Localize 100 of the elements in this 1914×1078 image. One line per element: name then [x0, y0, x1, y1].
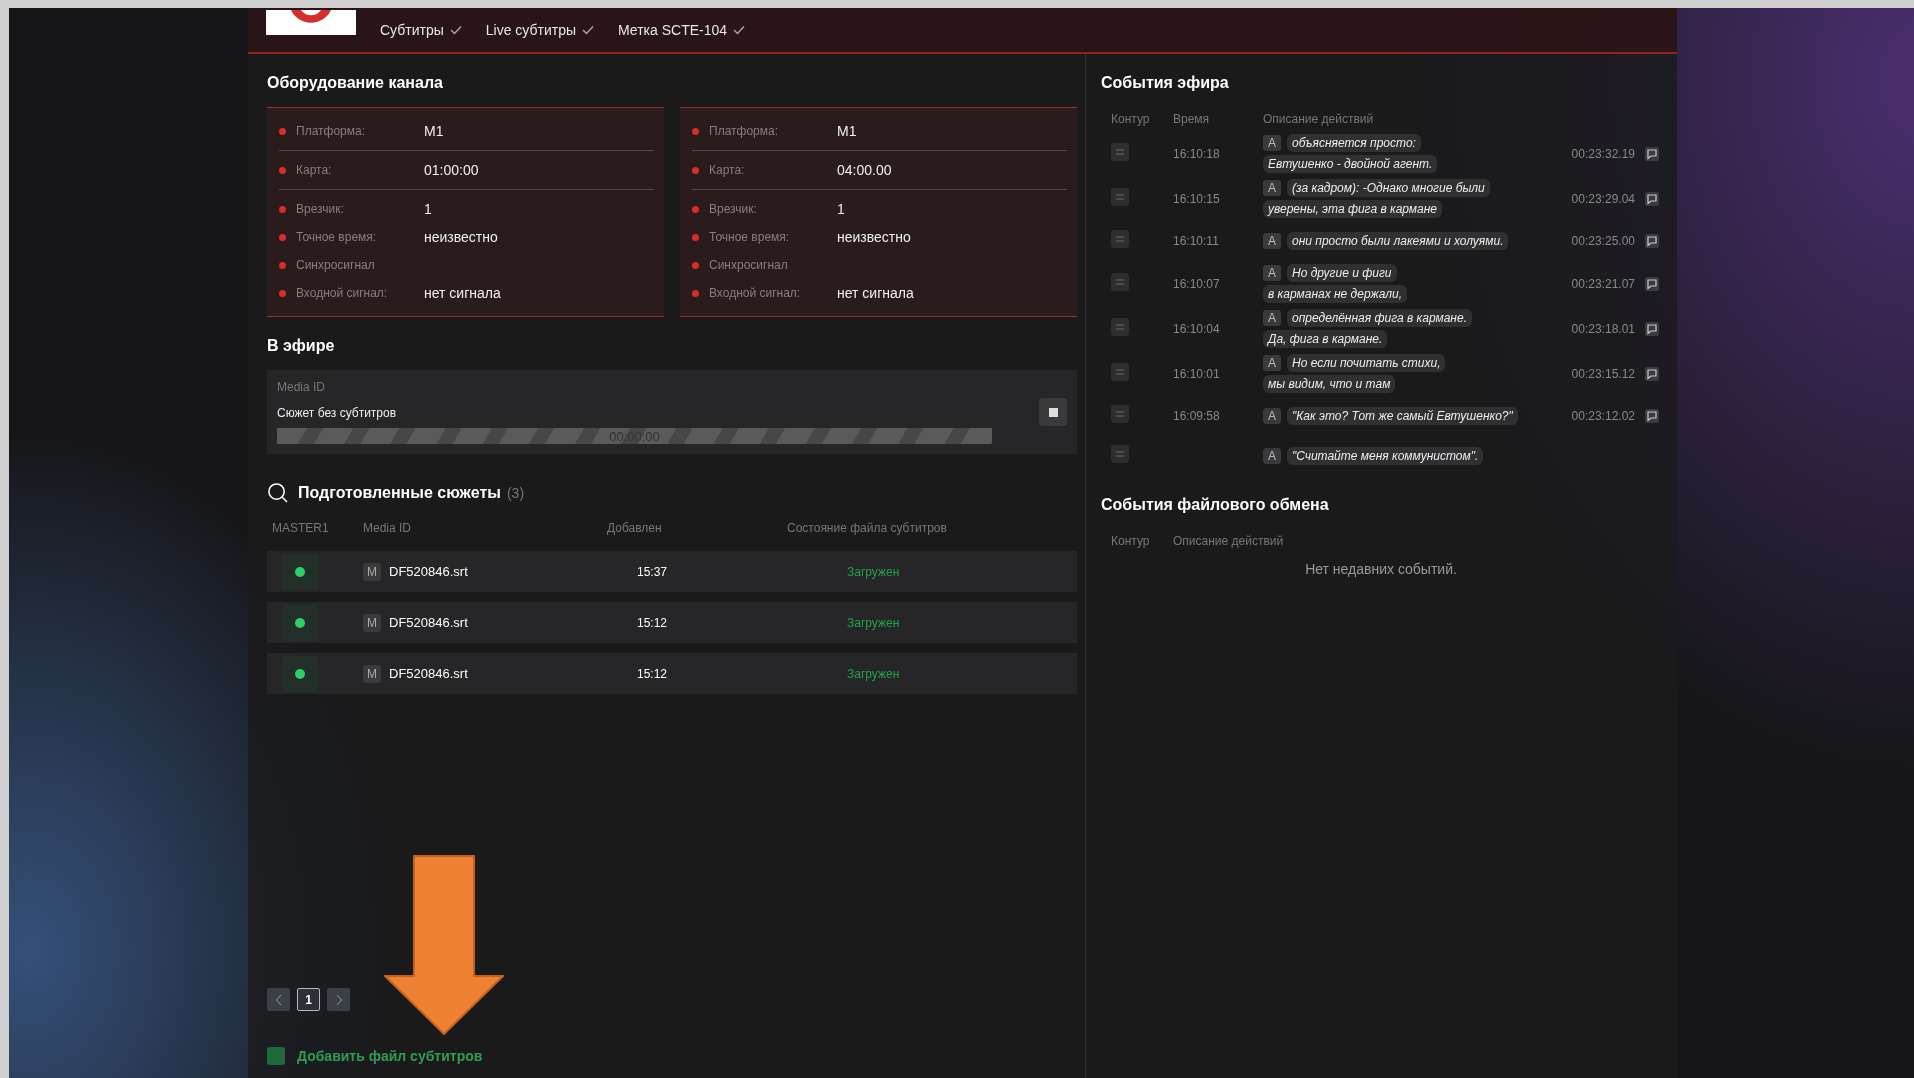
comment-icon[interactable] — [1645, 409, 1659, 423]
subtitle-line: (за кадром): -Однако многие были — [1287, 179, 1490, 197]
field-label: Точное время: — [296, 230, 378, 244]
field-label: Синхросигнал — [709, 258, 789, 272]
type-badge: A — [1263, 135, 1281, 151]
table-row[interactable]: M DF520846.srt 15:37 Загружен — [267, 551, 1077, 592]
status-indicator — [282, 553, 318, 590]
field-value: неизвестно — [424, 229, 498, 245]
event-time: 16:10:15 — [1173, 191, 1220, 206]
table-cell: 15:12 — [637, 615, 668, 630]
column-header: Время — [1173, 112, 1211, 126]
table-cell: 15:12 — [637, 666, 668, 681]
menu-icon[interactable] — [1111, 230, 1129, 248]
status-dot — [692, 261, 699, 269]
table-cell: Загружен — [847, 564, 900, 579]
type-badge: M — [363, 613, 381, 632]
table-cell: DF520846.srt — [389, 615, 468, 630]
field-label: Точное время: — [709, 230, 791, 244]
comment-icon[interactable] — [1645, 191, 1659, 206]
section-title: В эфире — [267, 337, 336, 355]
field-label: Платформа: — [296, 124, 366, 138]
field-value: нет сигнала — [424, 285, 501, 301]
section-title: Оборудование канала — [267, 74, 444, 92]
field-label: Врезчик: — [296, 202, 345, 216]
status-dot — [279, 205, 286, 213]
event-time: 16:10:11 — [1173, 234, 1219, 248]
event-time: 16:09:58 — [1173, 409, 1220, 423]
menu-icon[interactable] — [1111, 317, 1129, 336]
empty-message: Нет недавних событий. — [1304, 561, 1458, 577]
column-header: Описание действий — [1173, 534, 1284, 548]
subtitle-line: Но если почитать стихи, — [1287, 354, 1446, 372]
subtitle-line: определённая фига в кармане. — [1287, 309, 1472, 327]
type-badge: A — [1263, 233, 1281, 249]
logo-icon — [266, 9, 356, 35]
status-dot — [279, 166, 286, 174]
timecode: 00:23:32.19 — [1571, 146, 1635, 161]
comment-icon[interactable] — [1645, 366, 1659, 381]
field-label: Платформа: — [709, 124, 779, 138]
menu-icon[interactable] — [1111, 187, 1129, 206]
column-header: Описание действий — [1263, 112, 1374, 126]
event-time: 16:10:07 — [1173, 276, 1220, 291]
field-value: M1 — [837, 123, 857, 139]
status-dot — [279, 127, 286, 135]
status-indicator — [282, 604, 318, 641]
subtitle-line: "Считайте меня коммунистом". — [1287, 447, 1484, 465]
previous-page-button[interactable] — [267, 988, 290, 1011]
status-dot — [692, 289, 699, 297]
header-tab[interactable]: Live субтитры — [485, 22, 595, 38]
field-label: Входной сигнал: — [709, 286, 802, 300]
type-badge: M — [363, 562, 381, 581]
add-subtitle-file-button[interactable]: Добавить файл субтитров — [267, 1047, 1077, 1065]
chevron-left-icon — [274, 993, 283, 1006]
table-cell: DF520846.srt — [389, 564, 468, 579]
table-cell: DF520846.srt — [389, 666, 468, 681]
field-label: Media ID — [277, 380, 327, 394]
subtitle-line: Евтушенко - двойной агент. — [1263, 155, 1438, 173]
next-page-button[interactable] — [327, 988, 350, 1011]
subtitle-line: Да, фига в кармане. — [1263, 330, 1388, 348]
page-button[interactable]: 1 — [297, 988, 320, 1011]
type-badge: A — [1263, 448, 1281, 464]
comment-icon[interactable] — [1645, 321, 1659, 336]
subtitle-line: "Как это? Тот же самый Евтушенко?" — [1287, 407, 1518, 425]
status-dot — [692, 233, 699, 241]
section-title: События эфира — [1101, 74, 1230, 92]
event-time: 16:10:04 — [1173, 321, 1220, 336]
field-label: Синхросигнал — [296, 258, 376, 272]
status-dot — [692, 127, 699, 135]
field-value: 1 — [837, 201, 845, 217]
comment-icon[interactable] — [1645, 234, 1659, 248]
timecode: 00:23:25.00 — [1571, 234, 1635, 248]
table-cell: Загружен — [847, 666, 900, 681]
field-label: Карта: — [709, 163, 746, 177]
status-dot — [692, 205, 699, 213]
comment-icon[interactable] — [1645, 276, 1659, 291]
menu-icon[interactable] — [1111, 405, 1129, 423]
column-header: Контур — [1110, 534, 1151, 548]
header-tab[interactable]: Субтитры — [380, 22, 462, 38]
table-row[interactable]: M DF520846.srt 15:12 Загружен — [267, 653, 1077, 694]
status-dot — [279, 289, 286, 297]
table-row[interactable]: M DF520846.srt 15:12 Загружен — [267, 602, 1077, 643]
stop-button[interactable] — [1039, 398, 1067, 426]
field-value: M1 — [424, 123, 444, 139]
status-dot — [279, 233, 286, 241]
type-badge: A — [1263, 265, 1281, 281]
subtitle-line: объясняется просто: — [1287, 134, 1421, 152]
table-cell: 15:37 — [637, 564, 668, 579]
search-icon[interactable] — [267, 482, 288, 503]
subtitle-line: они просто были лакеями и холуями. — [1287, 232, 1509, 250]
header-tab[interactable]: Метка SCTE-104 — [618, 22, 746, 38]
field-value: нет сигнала — [837, 285, 914, 301]
comment-icon[interactable] — [1645, 146, 1659, 161]
field-label: Карта: — [296, 163, 333, 177]
menu-icon[interactable] — [1111, 142, 1129, 161]
type-badge: A — [1263, 180, 1281, 196]
menu-icon[interactable] — [1111, 445, 1129, 463]
menu-icon[interactable] — [1111, 362, 1129, 381]
menu-icon[interactable] — [1111, 272, 1129, 291]
column-header: Контур — [1110, 112, 1151, 126]
timecode: 00:23:12.02 — [1571, 409, 1635, 423]
field-value: неизвестно — [837, 229, 911, 245]
